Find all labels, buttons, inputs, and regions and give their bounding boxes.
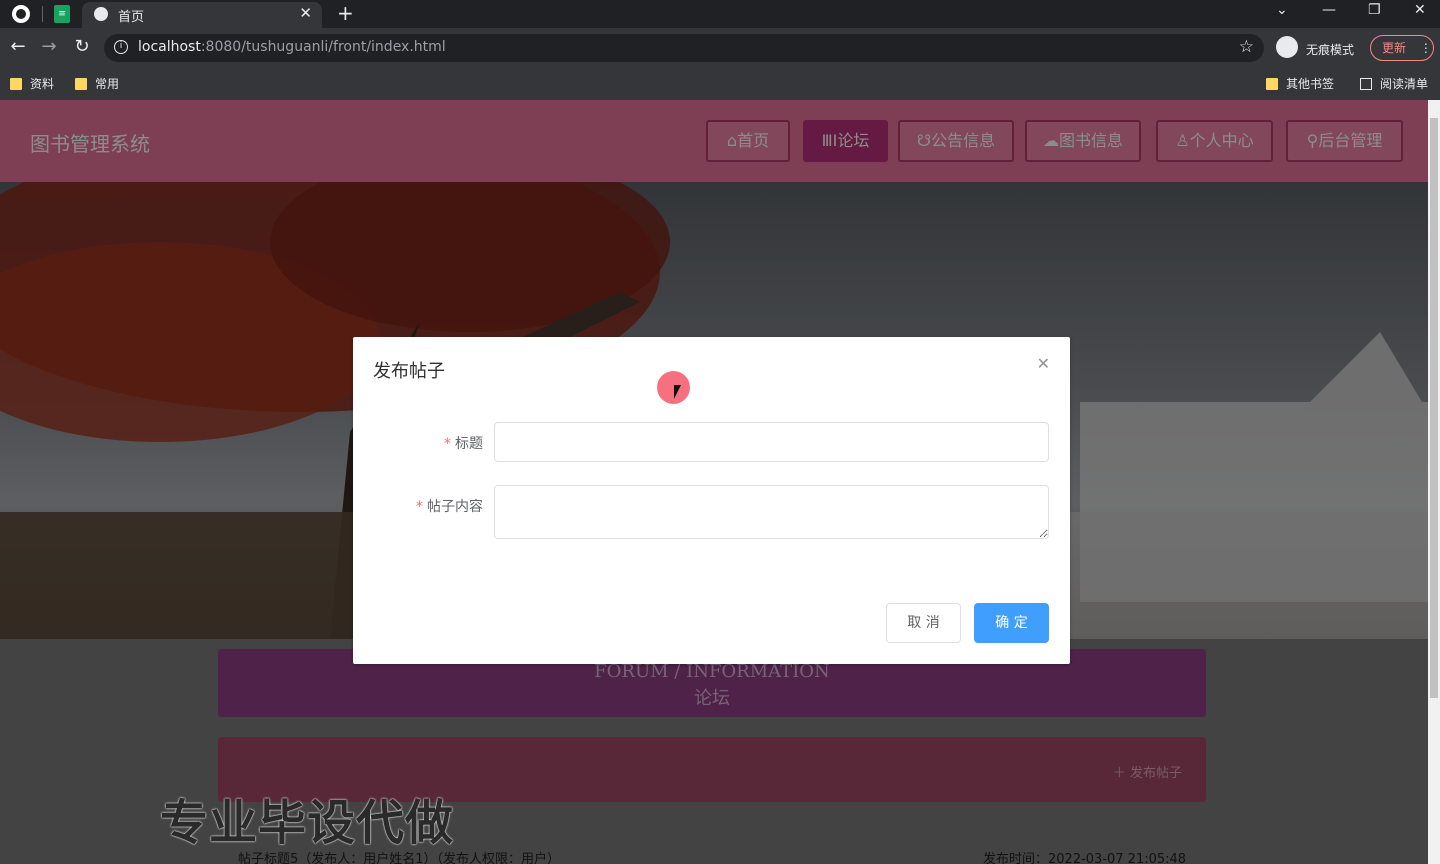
- content-field-label: * 帖子内容: [416, 499, 483, 515]
- title-input[interactable]: [494, 422, 1049, 462]
- folder-icon: [1266, 77, 1278, 90]
- bookmarks-bar: 资料 常用 其他书签 阅读清单: [0, 68, 1440, 100]
- mouse-cursor-icon: [674, 385, 681, 399]
- required-asterisk: *: [444, 436, 451, 452]
- site-info-icon[interactable]: i: [114, 40, 128, 54]
- confirm-button[interactable]: 确 定: [974, 603, 1049, 643]
- scrollbar-thumb[interactable]: [1430, 118, 1438, 698]
- reading-list[interactable]: 阅读清单: [1360, 75, 1428, 92]
- publish-post-dialog: 发布帖子 ✕ * 标题 * 帖子内容 取 消 确 定: [353, 337, 1070, 664]
- tab-title: 首页: [118, 10, 145, 25]
- update-button[interactable]: 更新 ⋮: [1370, 35, 1434, 61]
- minimize-button[interactable]: —: [1322, 2, 1336, 18]
- content-textarea[interactable]: [494, 485, 1049, 539]
- folder-icon: [75, 77, 87, 90]
- browser-profile-icon[interactable]: [12, 5, 30, 23]
- incognito-label: 无痕模式: [1306, 43, 1355, 57]
- bookmark-folder-changyong[interactable]: 常用: [75, 75, 119, 92]
- folder-icon: [10, 77, 22, 90]
- globe-icon: [94, 7, 108, 21]
- reload-icon[interactable]: ↻: [70, 36, 94, 57]
- title-field-label: * 标题: [444, 436, 483, 452]
- url-text: localhost:8080/tushuguanli/front/index.h…: [138, 39, 446, 55]
- bookmark-folder-ziliao[interactable]: 资料: [10, 75, 54, 92]
- forward-arrow-icon[interactable]: →: [37, 36, 61, 57]
- bookmark-folder-other[interactable]: 其他书签: [1266, 75, 1334, 92]
- reading-list-icon: [1360, 77, 1372, 90]
- incognito-icon[interactable]: [1276, 36, 1298, 58]
- cancel-button[interactable]: 取 消: [886, 603, 961, 643]
- tab-search-icon[interactable]: ⌄: [1276, 2, 1288, 18]
- browser-toolbar: ← → ↻ i localhost:8080/tushuguanli/front…: [0, 28, 1440, 68]
- address-bar[interactable]: i localhost:8080/tushuguanli/front/index…: [104, 34, 1264, 62]
- restore-button[interactable]: ❐: [1368, 2, 1381, 18]
- tab-close-icon[interactable]: ✕: [299, 4, 312, 22]
- browser-tabbar: ≡ 首页 ✕ + ⌄ — ❐ ✕: [0, 0, 1440, 28]
- new-tab-button[interactable]: +: [337, 1, 354, 25]
- watermark-text: 专业毕设代做: [160, 795, 455, 851]
- app-tab-icon[interactable]: ≡: [54, 5, 70, 23]
- bookmark-star-icon[interactable]: ☆: [1239, 37, 1254, 57]
- page-scrollbar[interactable]: [1428, 100, 1440, 864]
- dialog-title: 发布帖子: [373, 361, 445, 382]
- close-icon[interactable]: ✕: [1037, 354, 1050, 373]
- kebab-menu-icon: ⋮: [1419, 41, 1432, 55]
- required-asterisk: *: [416, 499, 423, 515]
- tab-separator: [42, 6, 43, 22]
- window-close-button[interactable]: ✕: [1414, 2, 1426, 18]
- back-arrow-icon[interactable]: ←: [6, 36, 30, 57]
- tab-home[interactable]: 首页 ✕: [82, 2, 322, 28]
